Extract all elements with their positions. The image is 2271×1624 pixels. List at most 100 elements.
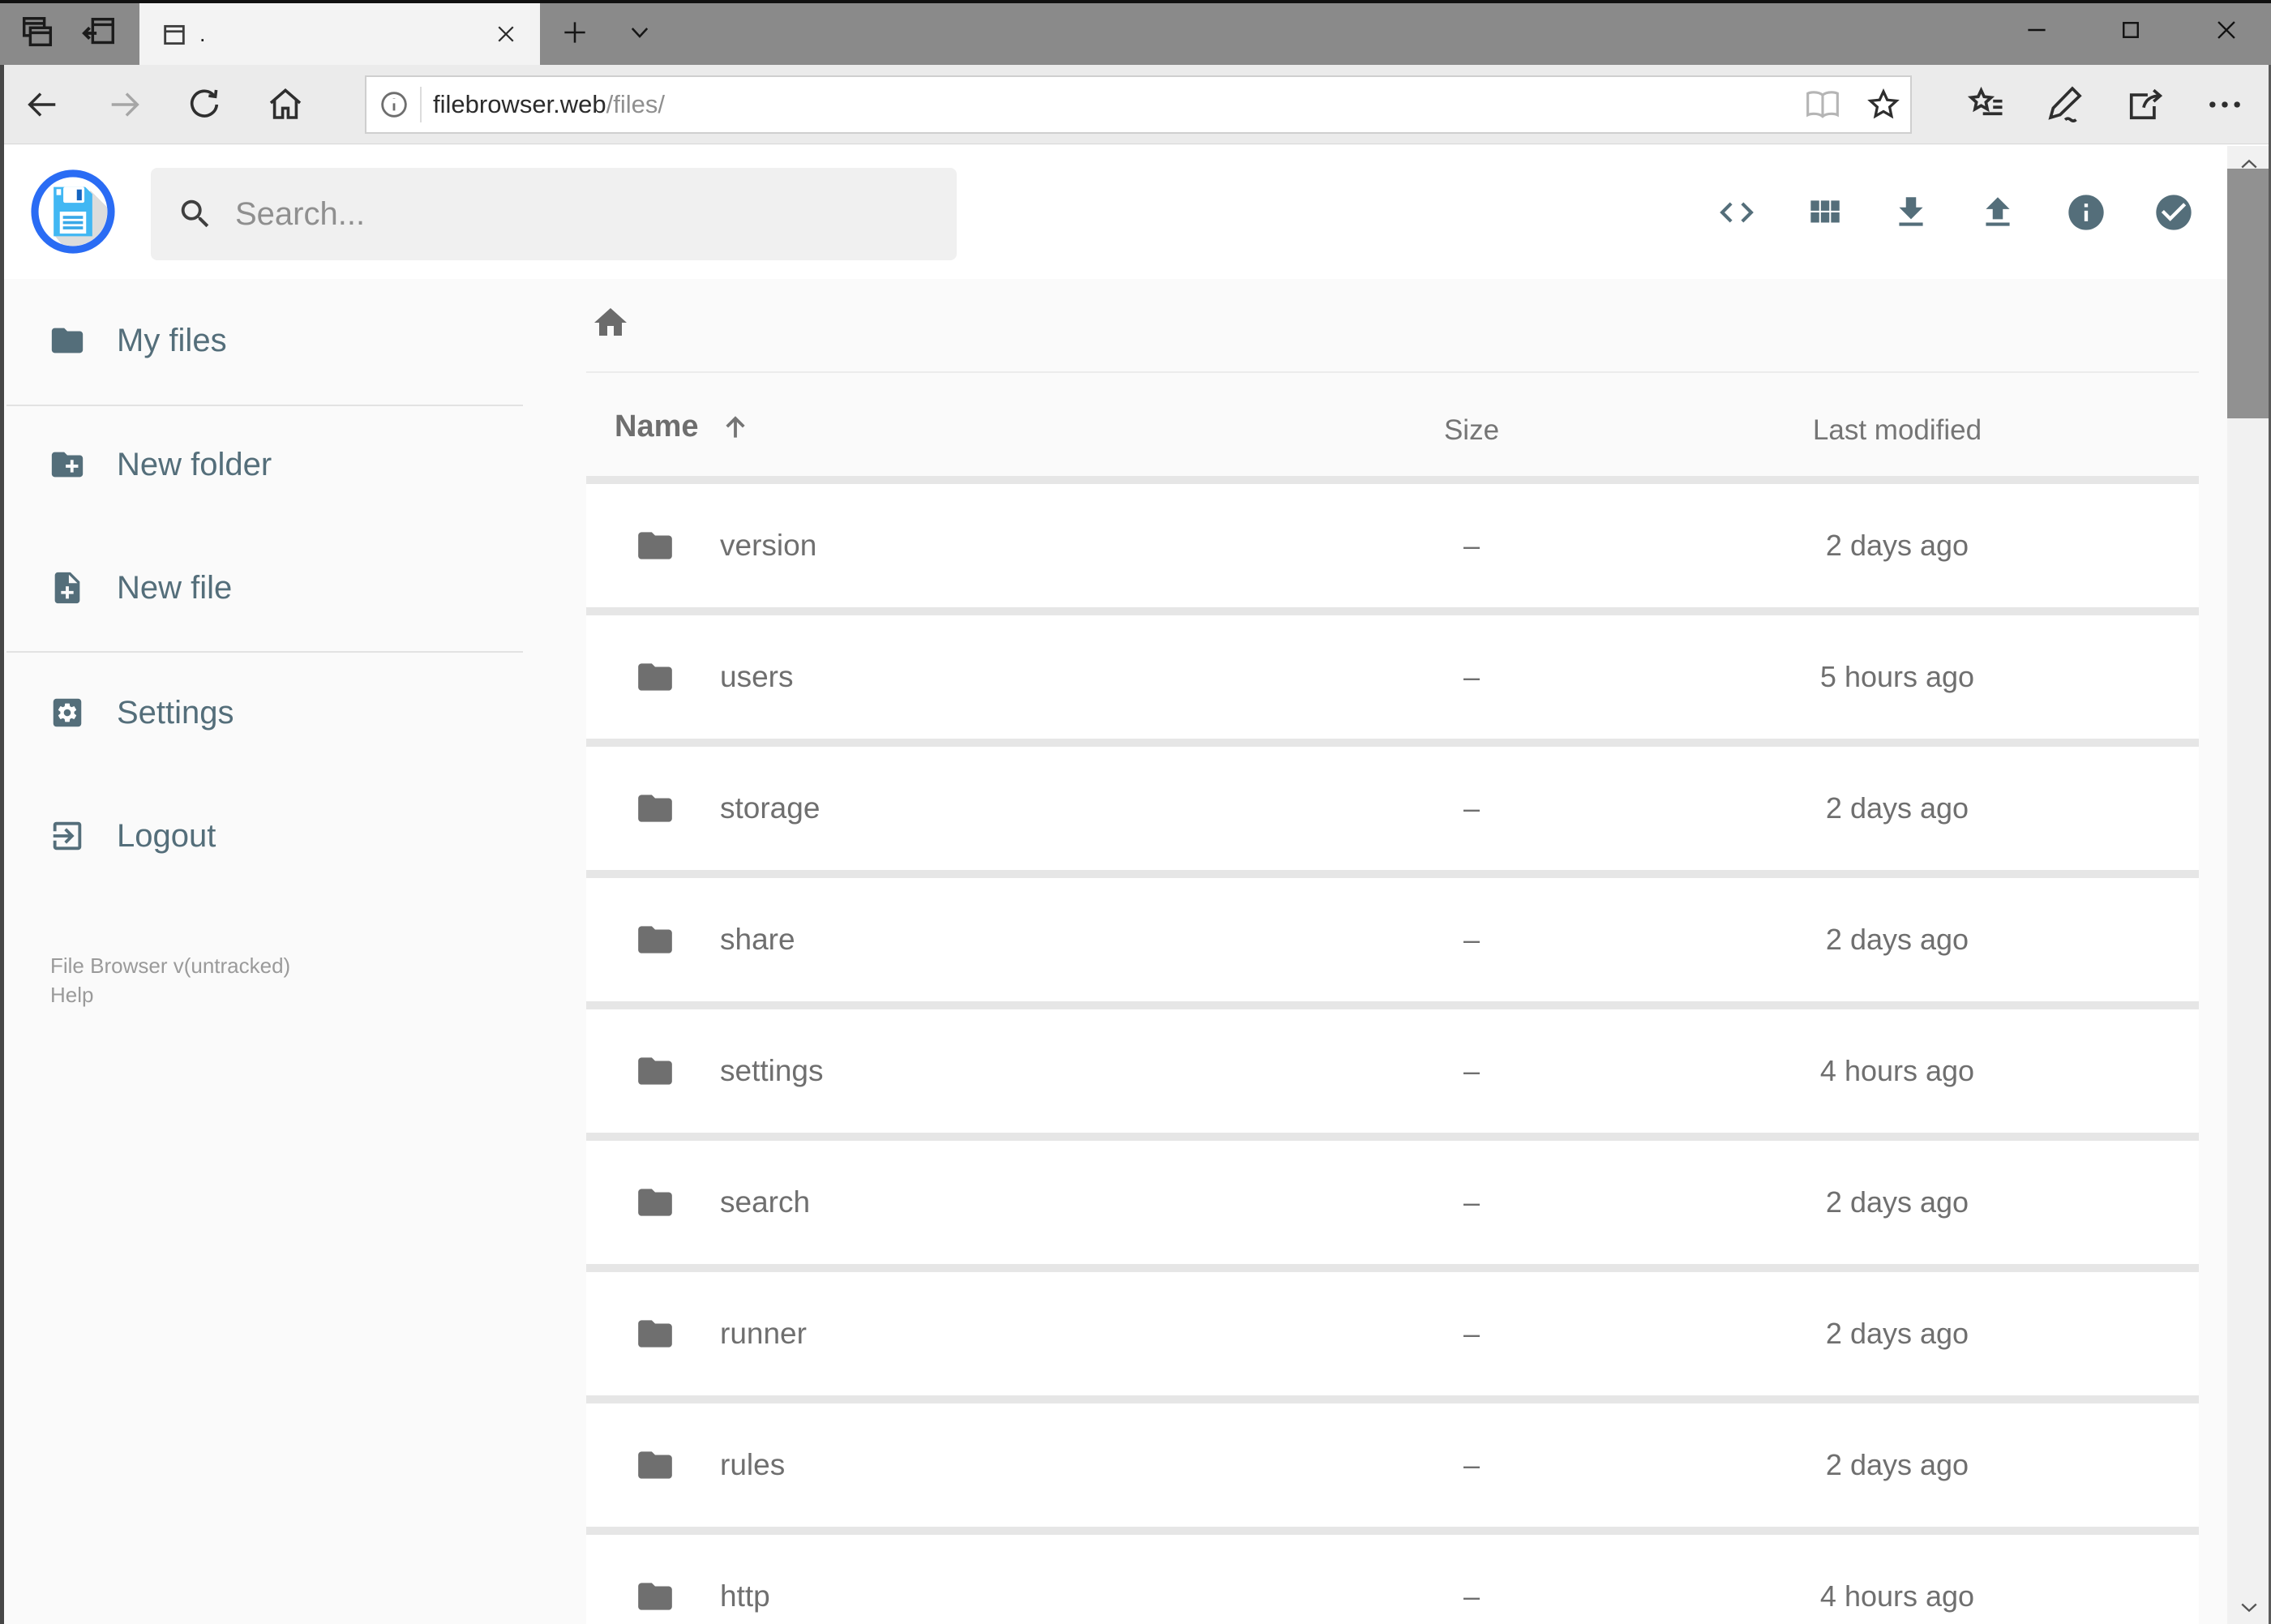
search-icon <box>177 195 214 233</box>
file-list: version – 2 days ago users – 5 hours ago… <box>586 476 2199 1624</box>
folder-icon <box>635 919 675 960</box>
reading-view-icon[interactable] <box>1805 87 1840 122</box>
file-list-row[interactable]: storage – 2 days ago <box>586 747 2199 870</box>
file-modified: 2 days ago <box>1825 1317 1969 1350</box>
file-modified: 2 days ago <box>1825 1448 1969 1481</box>
folder-icon <box>635 525 675 566</box>
tab-list-chevron-icon[interactable] <box>616 9 663 56</box>
folder-icon <box>635 1313 675 1354</box>
breadcrumb-home-icon[interactable] <box>587 299 634 346</box>
sidebar-item-settings[interactable]: Settings <box>16 668 568 757</box>
url-path: /files/ <box>606 90 666 118</box>
sidebar-item-my-files[interactable]: My files <box>16 296 568 385</box>
search-input[interactable] <box>234 195 885 234</box>
sidebar-item-label: New folder <box>117 446 272 482</box>
file-list-row[interactable]: search – 2 days ago <box>586 1141 2199 1264</box>
file-name: share <box>720 923 795 956</box>
close-window-button[interactable] <box>2203 6 2250 54</box>
scrollbar-thumb[interactable] <box>2227 169 2271 418</box>
sidebar-item-label: New file <box>117 569 233 606</box>
file-name: settings <box>720 1054 824 1087</box>
file-name: runner <box>720 1317 807 1350</box>
folder-icon <box>635 788 675 829</box>
url-text[interactable]: filebrowser.web/files/ <box>433 90 665 119</box>
sort-ascending-icon <box>720 412 751 443</box>
sidebar-item-new-file[interactable]: New file <box>16 543 568 632</box>
file-size: – <box>1463 923 1480 956</box>
raw-view-code-icon[interactable] <box>1710 186 1763 239</box>
select-check-icon[interactable] <box>2147 186 2200 239</box>
app-version-text: File Browser v(untracked) <box>50 953 291 978</box>
sidebar-divider <box>6 405 523 406</box>
file-name: storage <box>720 791 821 825</box>
file-list-row[interactable]: runner – 2 days ago <box>586 1272 2199 1395</box>
folder-icon <box>49 322 86 359</box>
folder-icon <box>635 1182 675 1223</box>
search-bar[interactable] <box>151 168 957 260</box>
tab-close-icon[interactable] <box>486 15 525 54</box>
url-host: filebrowser.web <box>433 90 606 118</box>
window-frame-left <box>0 65 4 1624</box>
new-folder-icon <box>49 446 86 483</box>
back-icon[interactable] <box>18 80 66 129</box>
new-file-icon <box>49 569 86 606</box>
logout-icon <box>49 817 86 855</box>
file-name: search <box>720 1185 811 1219</box>
sidebar-item-label: My files <box>117 322 227 358</box>
listing-divider <box>586 371 2199 373</box>
file-name: users <box>720 660 794 693</box>
folder-icon <box>635 1051 675 1091</box>
file-list-row[interactable]: version – 2 days ago <box>586 484 2199 607</box>
column-header-name[interactable]: Name <box>615 409 751 444</box>
minimize-button[interactable] <box>2013 6 2060 54</box>
upload-icon[interactable] <box>1971 186 2025 239</box>
folder-icon <box>635 1576 675 1617</box>
scrollbar-down-icon[interactable] <box>2227 1590 2271 1624</box>
forward-icon[interactable] <box>101 80 149 129</box>
file-list-row[interactable]: rules – 2 days ago <box>586 1403 2199 1527</box>
file-list-row[interactable]: settings – 4 hours ago <box>586 1009 2199 1133</box>
window-frame-top <box>0 0 2271 3</box>
home-icon[interactable] <box>261 80 310 129</box>
refresh-icon[interactable] <box>180 80 229 129</box>
column-name-label: Name <box>615 409 699 443</box>
file-name: rules <box>720 1448 786 1481</box>
file-list-row[interactable]: share – 2 days ago <box>586 878 2199 1001</box>
favorites-hub-icon[interactable] <box>1960 79 2012 131</box>
file-modified: 2 days ago <box>1825 1185 1969 1219</box>
maximize-button[interactable] <box>2107 6 2154 54</box>
tab-title: . <box>199 21 206 46</box>
browser-tab[interactable]: . <box>139 3 540 65</box>
browser-window: . filebrowser.web/files/ Search... My fi… <box>0 0 2271 1624</box>
settings-more-icon[interactable] <box>2199 79 2251 131</box>
column-header-modified[interactable]: Last modified <box>1776 414 2019 447</box>
file-modified: 2 days ago <box>1825 529 1969 562</box>
address-bar[interactable]: filebrowser.web/files/ <box>365 75 1912 134</box>
column-header-size[interactable]: Size <box>1403 414 1540 447</box>
favorite-star-icon[interactable] <box>1865 86 1902 123</box>
file-size: – <box>1463 529 1480 562</box>
share-icon[interactable] <box>2119 79 2170 131</box>
new-tab-button[interactable] <box>551 9 598 56</box>
info-icon[interactable] <box>2059 186 2113 239</box>
url-divider <box>420 87 422 122</box>
filebrowser-logo[interactable] <box>31 169 115 254</box>
download-icon[interactable] <box>1884 186 1938 239</box>
tab-favicon-icon <box>161 21 188 49</box>
file-modified: 5 hours ago <box>1819 660 1975 693</box>
grid-view-icon[interactable] <box>1798 186 1851 239</box>
folder-icon <box>635 657 675 697</box>
sidebar-item-label: Settings <box>117 694 234 731</box>
file-modified: 2 days ago <box>1825 923 1969 956</box>
sidebar-item-logout[interactable]: Logout <box>16 791 568 881</box>
file-list-row[interactable]: users – 5 hours ago <box>586 615 2199 739</box>
set-tabs-aside-icon[interactable] <box>76 10 122 55</box>
file-list-row[interactable]: http – 4 hours ago <box>586 1535 2199 1624</box>
file-size: – <box>1463 1317 1480 1350</box>
help-link[interactable]: Help <box>50 983 93 1008</box>
sidebar-item-new-folder[interactable]: New folder <box>16 420 568 509</box>
tab-preview-icon[interactable] <box>15 10 60 55</box>
site-info-icon[interactable] <box>378 88 410 121</box>
file-size: – <box>1463 1054 1480 1087</box>
web-notes-pen-icon[interactable] <box>2038 79 2090 131</box>
